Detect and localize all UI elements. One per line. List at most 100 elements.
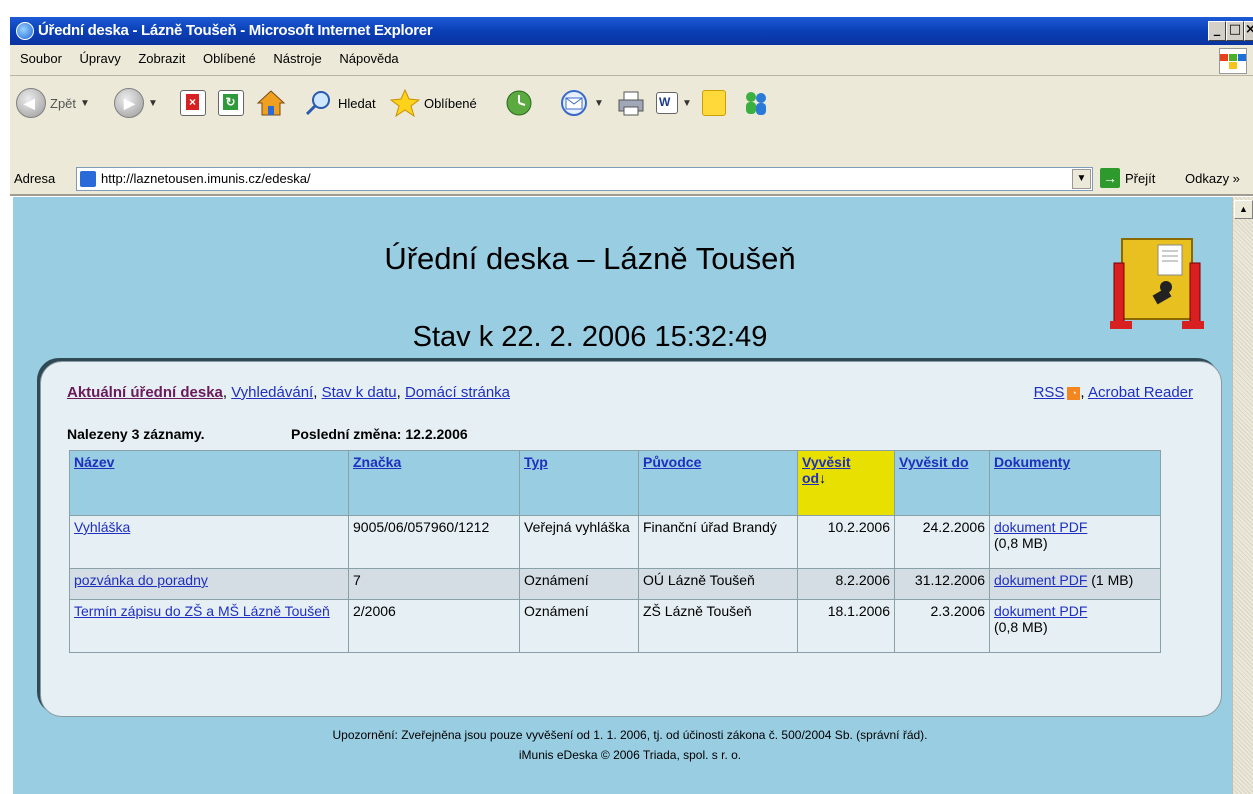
col-post-from-label[interactable]: Vyvěsit: [802, 454, 851, 470]
col-docs-header[interactable]: Dokumenty: [994, 454, 1070, 470]
footer-notice: Upozornění: Zveřejněna jsou pouze vyvěše…: [332, 728, 928, 742]
right-links: RSS ◔, Acrobat Reader: [1033, 384, 1193, 401]
notes-icon: [702, 90, 726, 116]
row-to: 24.2.2006: [894, 515, 990, 569]
notes-button[interactable]: [702, 88, 726, 118]
row-doc-link[interactable]: dokument PDF: [994, 519, 1087, 535]
col-type-header[interactable]: Typ: [524, 454, 548, 470]
row-name-link[interactable]: pozvánka do poradny: [74, 572, 208, 588]
edit-word-icon: W: [656, 92, 678, 114]
col-post-from-header[interactable]: Vyvěsit od↓: [797, 450, 895, 516]
table-row: pozvánka do poradny 7 Oznámení OÚ Lázně …: [69, 568, 1161, 600]
row-doc-size: (0,8 MB): [994, 619, 1048, 635]
ie-icon: [16, 22, 34, 40]
search-label: Hledat: [338, 95, 376, 111]
col-post-to-header[interactable]: Vyvěsit do: [899, 454, 969, 470]
col-mark-header[interactable]: Značka: [353, 454, 401, 470]
notice-board-logo-icon: [1110, 238, 1204, 329]
scroll-up-button[interactable]: ▲: [1234, 200, 1253, 219]
rss-link[interactable]: RSS: [1034, 384, 1065, 401]
row-name-link[interactable]: Vyhláška: [74, 519, 130, 535]
notices-table: Název Značka Typ Původce Vyvěsit od↓ Vyv…: [69, 450, 1161, 653]
windows-logo-icon: [1219, 48, 1247, 74]
row-type: Veřejná vyhláška: [519, 515, 639, 569]
nav-home[interactable]: Domácí stránka: [405, 384, 510, 401]
row-doc-link[interactable]: dokument PDF: [994, 603, 1087, 619]
vertical-scrollbar[interactable]: ▲: [1232, 197, 1253, 794]
row-origin: Finanční úřad Brandý: [638, 515, 798, 569]
row-mark: 7: [348, 568, 520, 600]
window-title: Úřední deska - Lázně Toušeň - Microsoft …: [38, 22, 433, 39]
menu-bar: Soubor Úpravy Zobrazit Oblíbené Nástroje…: [10, 45, 1253, 76]
row-mark: 9005/06/057960/1212: [348, 515, 520, 569]
go-label: Přejít: [1125, 170, 1156, 186]
forward-button[interactable]: ▶ ▼: [114, 88, 158, 118]
favorites-button[interactable]: Oblíbené: [390, 88, 477, 118]
go-button[interactable]: → Přejít: [1100, 168, 1155, 188]
chevron-down-icon: ▼: [682, 97, 692, 109]
records-found: Nalezeny 3 záznamy.: [67, 426, 205, 442]
menu-file[interactable]: Soubor: [20, 51, 62, 66]
links-button[interactable]: Odkazy »: [1185, 171, 1240, 186]
menu-help[interactable]: Nápověda: [339, 51, 398, 66]
home-button[interactable]: [256, 88, 286, 118]
messenger-icon: [746, 92, 766, 115]
row-to: 31.12.2006: [894, 568, 990, 600]
footer-copyright: iMunis eDeska © 2006 Triada, spol. s r. …: [518, 748, 742, 762]
address-bar: Adresa http://laznetousen.imunis.cz/edes…: [10, 164, 1253, 196]
menu-favorites[interactable]: Oblíbené: [203, 51, 256, 66]
menu-edit[interactable]: Úpravy: [80, 51, 121, 66]
favorites-label: Oblíbené: [424, 95, 477, 111]
mail-icon: [561, 90, 587, 116]
page-title: Úřední deska – Lázně Toušeň: [384, 241, 796, 276]
sort-down-icon: ↓: [819, 470, 827, 486]
row-name-link[interactable]: Termín zápisu do ZŠ a MŠ Lázně Toušeň: [74, 603, 330, 619]
table-row: Vyhláška 9005/06/057960/1212 Veřejná vyh…: [69, 515, 1161, 569]
search-button[interactable]: Hledat: [304, 88, 376, 118]
row-type: Oznámení: [519, 568, 639, 600]
row-type: Oznámení: [519, 599, 639, 653]
page-left-edge: [10, 197, 13, 794]
messenger-button[interactable]: [740, 88, 772, 118]
col-post-from-label-2[interactable]: od: [802, 470, 819, 486]
nav-current-board[interactable]: Aktuální úřední deska: [67, 384, 223, 401]
menu-tools[interactable]: Nástroje: [273, 51, 321, 66]
title-bar: Úřední deska - Lázně Toušeň - Microsoft …: [10, 17, 1253, 45]
col-name-header[interactable]: Název: [74, 454, 114, 470]
print-button[interactable]: [616, 88, 646, 118]
mail-button[interactable]: ▼: [558, 88, 604, 118]
print-icon: [618, 91, 644, 116]
address-url[interactable]: http://laznetousen.imunis.cz/edeska/: [101, 171, 311, 186]
minimize-button[interactable]: _: [1208, 21, 1226, 41]
table-header-row: Název Značka Typ Původce Vyvěsit od↓ Vyv…: [69, 450, 1161, 516]
nav-state-by-date[interactable]: Stav k datu: [322, 384, 397, 401]
row-mark: 2/2006: [348, 599, 520, 653]
row-from: 10.2.2006: [797, 515, 895, 569]
nav-search[interactable]: Vyhledávání: [231, 384, 313, 401]
row-doc-size: (1 MB): [1091, 572, 1134, 588]
history-button[interactable]: [504, 88, 534, 118]
address-label: Adresa: [14, 171, 56, 186]
chevron-down-icon: ▼: [148, 97, 158, 109]
status-heading: Stav k 22. 2. 2006 15:32:49: [412, 321, 768, 353]
maximize-button[interactable]: □: [1226, 21, 1244, 41]
row-doc-link[interactable]: dokument PDF: [994, 572, 1087, 588]
rss-icon[interactable]: ◔: [1067, 386, 1081, 400]
refresh-icon: ↻: [218, 90, 244, 116]
refresh-button[interactable]: ↻: [218, 88, 244, 118]
chevron-down-icon: ▼: [80, 97, 90, 109]
col-origin-header[interactable]: Původce: [643, 454, 701, 470]
search-icon: [305, 91, 330, 116]
acrobat-reader-link[interactable]: Acrobat Reader: [1088, 384, 1193, 401]
address-dropdown-button[interactable]: ▼: [1072, 169, 1091, 189]
edit-button[interactable]: W ▼: [656, 88, 692, 118]
back-button[interactable]: ◀ Zpět ▼: [16, 88, 90, 118]
go-arrow-icon: →: [1100, 168, 1120, 188]
favorites-star-icon: [390, 89, 420, 117]
menu-view[interactable]: Zobrazit: [138, 51, 185, 66]
notice-panel: Aktuální úřední deska, Vyhledávání, Stav…: [40, 361, 1222, 717]
close-button[interactable]: ×: [1244, 21, 1253, 41]
row-origin: ZŠ Lázně Toušeň: [638, 599, 798, 653]
address-input[interactable]: http://laznetousen.imunis.cz/edeska/ ▼: [76, 167, 1093, 191]
stop-button[interactable]: ×: [180, 88, 206, 118]
